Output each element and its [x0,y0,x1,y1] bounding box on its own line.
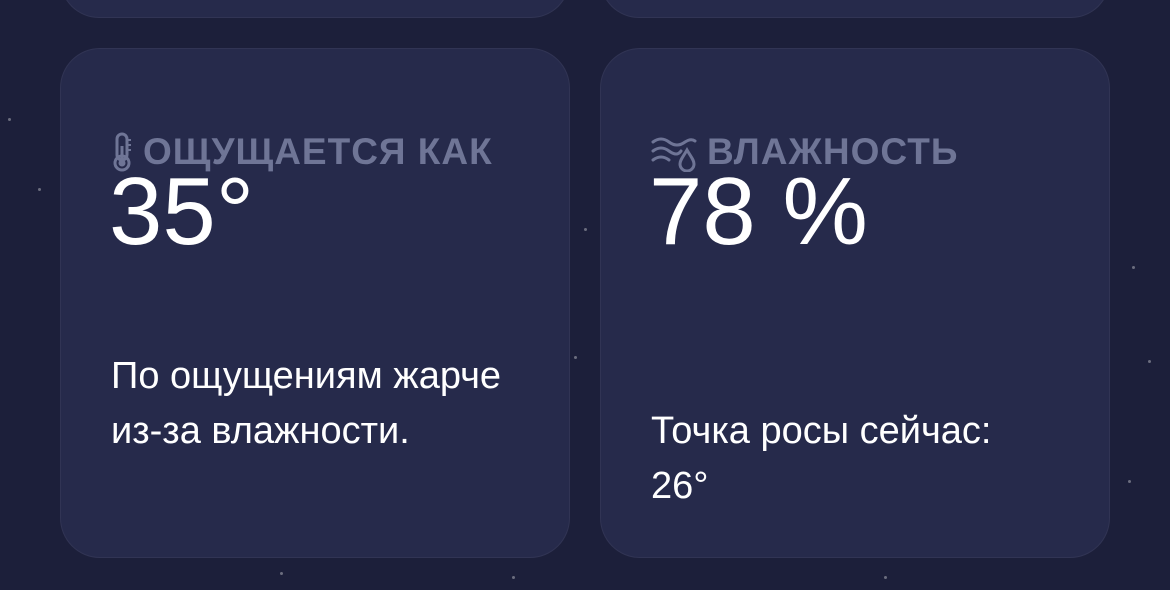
background-star [280,572,283,575]
feels-like-value: 35° [109,158,255,265]
humidity-description: Точка росы сейчас: 26° [651,410,992,507]
background-star [8,118,11,121]
previous-card-right[interactable] [600,0,1110,18]
background-star [574,356,577,359]
humidity-card[interactable]: ВЛАЖНОСТЬ 78 % Точка росы сейчас: 26° [600,48,1110,558]
previous-card-left[interactable] [60,0,570,18]
background-star [584,228,587,231]
feels-like-card[interactable]: ОЩУЩАЕТСЯ КАК 35° По ощущениям жарче из-… [60,48,570,558]
background-star [512,576,515,579]
background-star [884,576,887,579]
background-star [1132,266,1135,269]
background-star [1128,480,1131,483]
background-star [1148,360,1151,363]
background-star [38,188,41,191]
feels-like-description: По ощущениям жарче из-за влажности. [111,355,502,452]
humidity-value: 78 % [649,158,868,265]
